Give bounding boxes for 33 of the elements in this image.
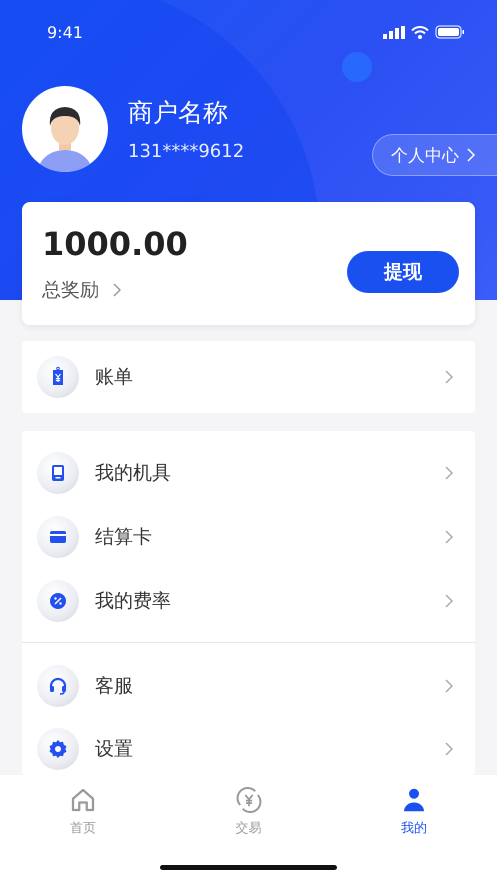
menu-item[interactable]: 结算卡 xyxy=(22,505,475,569)
menu-item[interactable]: 我的机具 xyxy=(22,441,475,505)
signal-icon xyxy=(383,26,405,38)
merchant-name: 商户名称 xyxy=(128,97,229,129)
menu-label: 我的费率 xyxy=(95,589,172,614)
total-reward-link[interactable]: 总奖励 xyxy=(42,276,121,302)
chevron-icon xyxy=(445,370,453,384)
status-time: 9:41 xyxy=(47,22,83,42)
withdraw-button[interactable]: 提现 xyxy=(347,250,459,292)
menu-label: 结算卡 xyxy=(95,525,153,550)
exchange-icon xyxy=(234,785,264,815)
menu-label: 客服 xyxy=(95,674,134,699)
decorative-circle xyxy=(342,52,372,82)
wifi-icon xyxy=(411,26,429,38)
chevron-icon xyxy=(445,742,453,756)
chevron-icon xyxy=(445,594,453,608)
menu-item[interactable]: 客服 xyxy=(22,660,475,712)
menu-label: 我的机具 xyxy=(95,461,172,486)
phone-number: 131****9612 xyxy=(128,141,246,162)
battery-icon xyxy=(435,25,465,39)
menu-item[interactable]: 账单 xyxy=(22,341,475,413)
chevron-icon xyxy=(113,282,121,296)
reward-amount: 1000.00 xyxy=(42,224,188,262)
menu-label: 设置 xyxy=(95,737,134,762)
chevron-icon xyxy=(445,530,453,544)
chevron-icon xyxy=(445,466,453,480)
menu-item[interactable]: 我的费率 xyxy=(22,569,475,633)
menu-item[interactable]: 设置 xyxy=(22,723,475,775)
chevron-icon xyxy=(445,679,453,693)
profile-center-button[interactable]: 个人中心 xyxy=(372,134,497,176)
chevron-icon xyxy=(467,148,475,162)
tab-item[interactable]: 我的 xyxy=(331,775,497,838)
menu-label: 账单 xyxy=(95,365,134,390)
